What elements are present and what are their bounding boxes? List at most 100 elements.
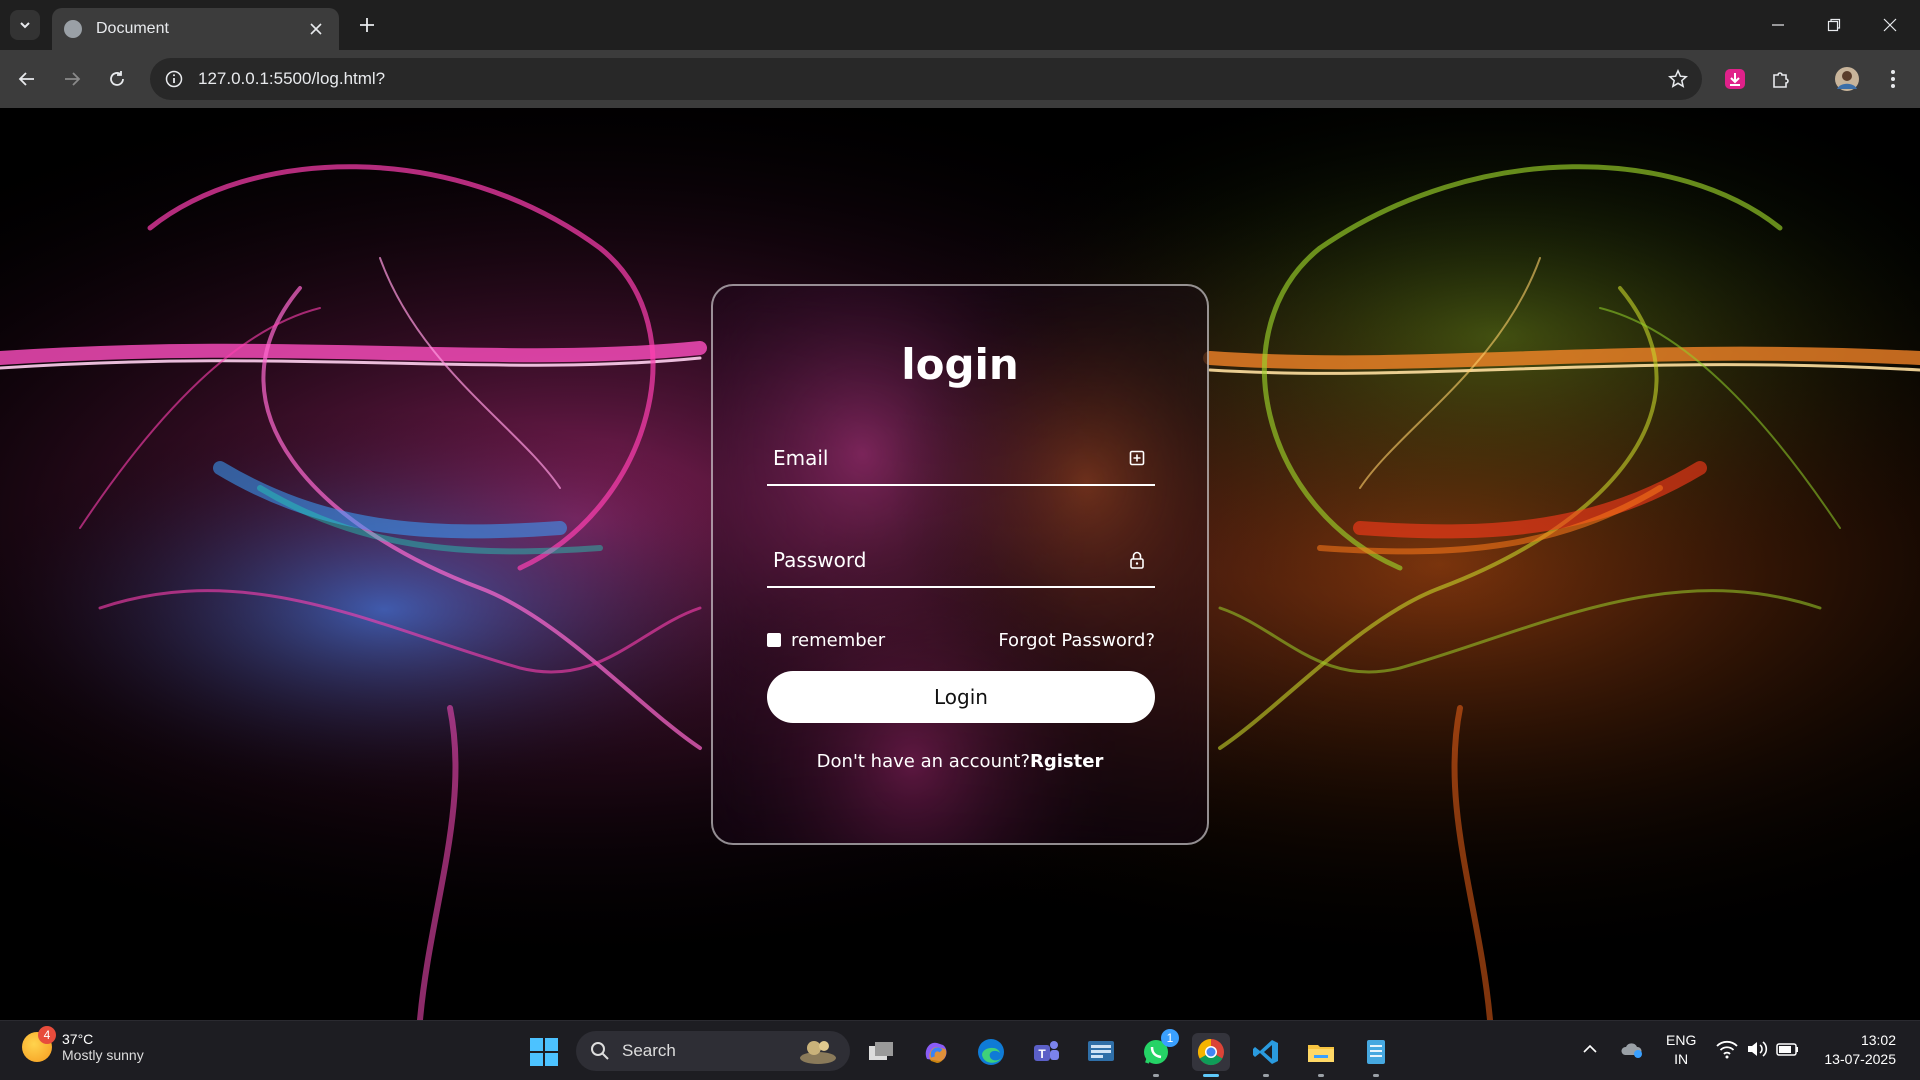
search-highlight-icon	[800, 1041, 836, 1064]
browser-toolbar: 127.0.0.1:5500/log.html?	[0, 50, 1920, 108]
remember-row: remember Forgot Password?	[767, 626, 1155, 654]
reload-icon	[110, 71, 124, 86]
copilot-button[interactable]	[917, 1033, 955, 1071]
minimize-icon	[1772, 24, 1784, 26]
bookmark-star-icon[interactable]	[1660, 61, 1696, 97]
running-indicator	[1263, 1074, 1269, 1077]
volume-icon[interactable]	[1746, 1039, 1768, 1064]
cloud-icon	[1621, 1043, 1642, 1058]
email-icon	[1127, 448, 1147, 468]
copilot-icon	[925, 1042, 947, 1063]
login-button[interactable]: Login	[767, 671, 1155, 723]
tab-close-button[interactable]	[305, 18, 327, 40]
login-card: login Email Password remember Forgot Pas…	[711, 284, 1209, 845]
task-view-icon	[869, 1042, 893, 1060]
start-button[interactable]	[525, 1033, 563, 1071]
search-icon	[591, 1042, 609, 1060]
task-view-button[interactable]	[862, 1033, 900, 1071]
remember-label: remember	[791, 629, 886, 651]
language-indicator[interactable]: ENG IN	[1666, 1031, 1696, 1069]
keyboard-app-icon	[1088, 1041, 1114, 1061]
sun-icon: 4	[22, 1026, 56, 1062]
battery-icon[interactable]	[1776, 1039, 1800, 1064]
search-label: Search	[622, 1041, 676, 1060]
arrow-left-icon	[18, 72, 34, 86]
register-prompt: Don't have an account?	[816, 751, 1030, 772]
clock[interactable]: 13:02 13-07-2025	[1816, 1031, 1896, 1069]
folder-icon	[1308, 1045, 1334, 1062]
onedrive-tray-icon[interactable]	[1620, 1039, 1644, 1064]
register-link[interactable]: Rgister	[1030, 751, 1103, 772]
email-field[interactable]: Email	[767, 436, 1155, 486]
edge-button[interactable]	[972, 1033, 1010, 1071]
url-text: 127.0.0.1:5500/log.html?	[198, 69, 386, 88]
arrow-right-icon	[65, 72, 81, 86]
vscode-icon	[1253, 1040, 1278, 1064]
notepad-icon	[1367, 1040, 1385, 1064]
register-prompt-line: Don't have an account?Rgister	[713, 751, 1207, 772]
language-code: ENG	[1666, 1032, 1697, 1048]
site-info-icon[interactable]	[162, 67, 186, 91]
remember-toggle[interactable]: remember	[767, 630, 885, 651]
weather-temperature: 37°C	[62, 1031, 94, 1047]
windows-logo-icon	[530, 1038, 558, 1066]
clock-date: 13-07-2025	[1824, 1051, 1896, 1067]
weather-description: Mostly sunny	[62, 1047, 144, 1063]
chevron-up-icon	[1583, 1044, 1597, 1053]
email-placeholder: Email	[773, 446, 829, 470]
login-heading: login	[901, 340, 1019, 389]
remember-checkbox[interactable]	[767, 633, 781, 647]
browser-tab[interactable]: Document	[52, 8, 339, 50]
edge-icon	[978, 1039, 1004, 1065]
notepad-button[interactable]	[1357, 1033, 1395, 1077]
close-window-button[interactable]	[1862, 0, 1918, 50]
password-field[interactable]: Password	[767, 538, 1155, 588]
plus-icon	[360, 18, 374, 32]
more-menu-icon[interactable]	[1878, 64, 1908, 94]
lock-icon	[1127, 550, 1147, 570]
clock-time: 13:02	[1860, 1032, 1896, 1048]
forward-button[interactable]	[57, 64, 87, 94]
whatsapp-button[interactable]: 1	[1137, 1029, 1179, 1077]
teams-icon: T	[1034, 1041, 1059, 1061]
reload-button[interactable]	[102, 64, 132, 94]
keyboard-app-button[interactable]	[1082, 1033, 1120, 1071]
restore-button[interactable]	[1806, 0, 1862, 50]
chrome-icon	[1197, 1038, 1224, 1066]
extensions-puzzle-icon[interactable]	[1766, 64, 1796, 94]
download-extension-icon[interactable]	[1720, 64, 1750, 94]
chevron-down-icon	[20, 22, 30, 29]
running-indicator	[1373, 1074, 1379, 1077]
whatsapp-badge: 1	[1161, 1029, 1179, 1047]
close-icon	[1883, 18, 1897, 32]
restore-icon	[1827, 18, 1841, 32]
close-icon	[310, 23, 322, 35]
svg-text:T: T	[1038, 1047, 1046, 1061]
tab-title: Document	[96, 20, 169, 37]
file-explorer-button[interactable]	[1302, 1033, 1340, 1077]
tray-overflow-button[interactable]	[1582, 1041, 1598, 1062]
taskbar: 4 37°C Mostly sunny Search T 1 ENG IN 13…	[0, 1020, 1920, 1080]
taskbar-search[interactable]: Search	[576, 1031, 850, 1071]
forgot-password-link[interactable]: Forgot Password?	[998, 630, 1155, 651]
running-indicator	[1153, 1074, 1159, 1077]
back-button[interactable]	[12, 64, 42, 94]
teams-button[interactable]: T	[1027, 1033, 1065, 1071]
page-viewport: login Email Password remember Forgot Pas…	[0, 108, 1920, 1020]
minimize-button[interactable]	[1750, 0, 1806, 50]
notification-badge: 4	[38, 1026, 56, 1044]
language-region: IN	[1674, 1051, 1689, 1067]
wifi-icon[interactable]	[1716, 1039, 1738, 1064]
password-placeholder: Password	[773, 548, 867, 572]
running-indicator	[1318, 1074, 1324, 1077]
profile-avatar[interactable]	[1832, 64, 1862, 94]
chrome-button[interactable]	[1192, 1033, 1230, 1077]
tab-search-button[interactable]	[10, 10, 40, 40]
address-bar[interactable]: 127.0.0.1:5500/log.html?	[150, 58, 1702, 100]
globe-icon	[64, 20, 82, 38]
active-indicator	[1203, 1074, 1219, 1077]
weather-widget[interactable]: 4 37°C Mostly sunny	[22, 1026, 144, 1063]
new-tab-button[interactable]	[352, 10, 382, 40]
vscode-button[interactable]	[1247, 1033, 1285, 1077]
browser-tab-strip: Document	[0, 0, 1920, 50]
